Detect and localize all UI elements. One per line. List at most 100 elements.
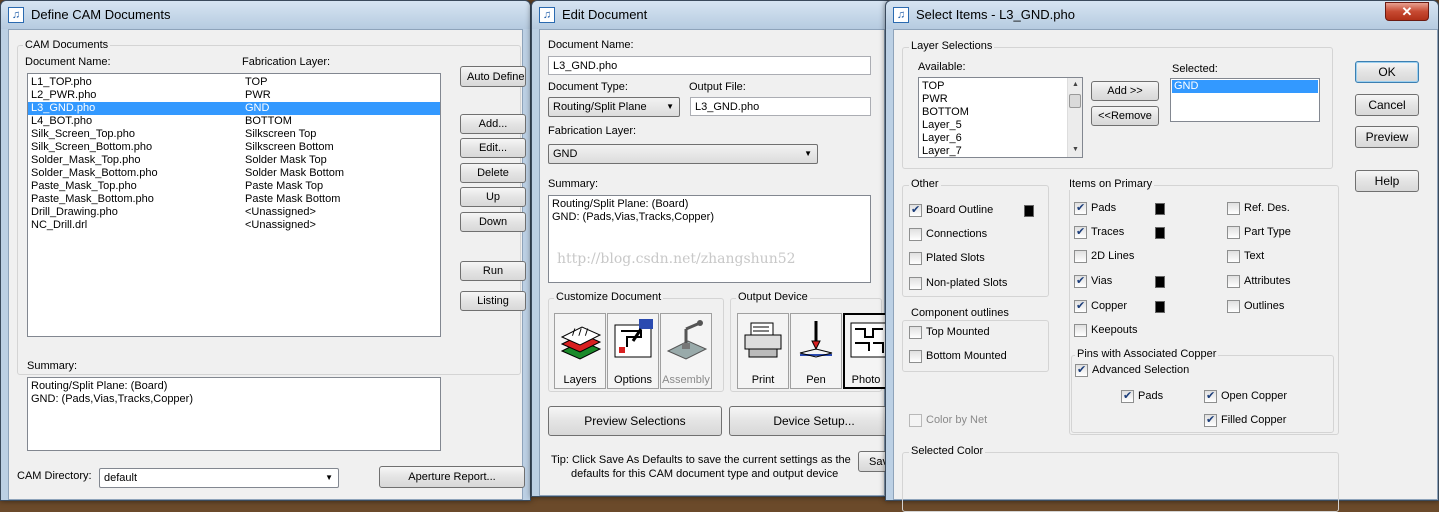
pads-checkbox[interactable]: Pads (1074, 202, 1214, 216)
output-print-button[interactable]: Print (737, 313, 789, 389)
cam-document-row[interactable]: L2_PWR.pho PWR (28, 89, 440, 102)
edit-document-titlebar[interactable]: ♫ Edit Document (532, 1, 892, 29)
close-button[interactable]: ✕ (1385, 2, 1429, 21)
edit-button[interactable]: Edit... (460, 138, 526, 158)
selected-color-label: Selected Color (909, 445, 986, 457)
vias-label: Vias (1091, 275, 1113, 287)
cam-documents-list[interactable]: L1_TOP.pho TOP L2_PWR.pho PWR L3_GND.pho GND L… (27, 73, 441, 337)
attributes-checkbox[interactable]: Attributes (1227, 275, 1367, 289)
customize-layers-button[interactable]: / / / Layers (554, 313, 606, 389)
advanced-selection-label: Advanced Selection (1092, 364, 1190, 376)
device-setup-button[interactable]: Device Setup... (729, 406, 899, 436)
fabrication-layer-cell: Silkscreen Top (245, 128, 317, 140)
color-swatch[interactable] (1155, 227, 1165, 239)
cam-document-row[interactable]: L4_BOT.pho BOTTOM (28, 115, 440, 128)
output-photo-button[interactable]: Photo (843, 313, 890, 389)
preview-selections-button[interactable]: Preview Selections (548, 406, 722, 436)
preview-button[interactable]: Preview (1355, 126, 1419, 148)
add-button[interactable]: Add... (460, 114, 526, 134)
traces-checkbox[interactable]: Traces (1074, 226, 1214, 240)
run-button[interactable]: Run (460, 261, 526, 281)
output-pen-button[interactable]: Pen (790, 313, 842, 389)
remove-layer-button[interactable]: <<Remove (1091, 106, 1159, 126)
auto-define-button[interactable]: Auto Define (460, 66, 526, 87)
available-layer-item[interactable]: Layer_6 (922, 132, 1079, 145)
define-cam-titlebar[interactable]: ♫ Define CAM Documents (1, 1, 530, 29)
cam-document-row[interactable]: L1_TOP.pho TOP (28, 76, 440, 89)
connections-checkbox[interactable]: Connections (909, 228, 1049, 242)
cam-document-row[interactable]: Silk_Screen_Bottom.pho Silkscreen Bottom (28, 141, 440, 154)
non-plated-slots-checkbox[interactable]: Non-plated Slots (909, 277, 1049, 291)
copper-checkbox[interactable]: Copper (1074, 300, 1214, 314)
color-swatch[interactable] (1155, 276, 1165, 288)
plated-slots-checkbox[interactable]: Plated Slots (909, 252, 1049, 266)
help-button[interactable]: Help (1355, 170, 1419, 192)
customize-options-button[interactable]: Options (607, 313, 659, 389)
summary-box: Routing/Split Plane: (Board) GND: (Pads,V… (27, 377, 441, 451)
available-layer-item[interactable]: TOP (922, 80, 1079, 93)
text-checkbox[interactable]: Text (1227, 250, 1367, 264)
selected-list[interactable]: GND (1170, 78, 1320, 122)
cam-document-row[interactable]: Paste_Mask_Bottom.pho Paste Mask Bottom (28, 193, 440, 206)
up-button[interactable]: Up (460, 187, 526, 207)
document-name-field[interactable]: L3_GND.pho (548, 56, 871, 75)
aperture-report-button[interactable]: Aperture Report... (379, 466, 525, 488)
listing-button[interactable]: Listing (460, 291, 526, 311)
copper-label: Copper (1091, 300, 1128, 312)
color-swatch[interactable] (1155, 203, 1165, 215)
scroll-up-icon[interactable]: ▲ (1068, 78, 1082, 92)
document-type-select[interactable]: Routing/Split Plane ▼ (548, 97, 680, 117)
vias-checkbox[interactable]: Vias (1074, 275, 1214, 289)
items-on-primary-label: Items on Primary (1067, 178, 1155, 190)
cam-document-row[interactable]: Solder_Mask_Bottom.pho Solder Mask Bottom (28, 167, 440, 180)
checkbox-box (1074, 275, 1087, 288)
color-swatch[interactable] (1024, 205, 1034, 217)
summary-label: Summary: (548, 178, 599, 190)
scroll-down-icon[interactable]: ▼ (1068, 143, 1082, 157)
2d-lines-label: 2D Lines (1091, 250, 1135, 262)
color-by-net-label: Color by Net (926, 414, 988, 426)
keepouts-checkbox[interactable]: Keepouts (1074, 324, 1214, 338)
available-list[interactable]: TOP PWR BOTTOM Layer_5 Layer_6 Layer_7 ▲ ▼ (918, 77, 1083, 158)
available-layer-item[interactable]: PWR (922, 93, 1079, 106)
cam-document-row[interactable]: Silk_Screen_Top.pho Silkscreen Top (28, 128, 440, 141)
available-layer-item[interactable]: Layer_5 (922, 119, 1079, 132)
advanced-selection-checkbox[interactable]: Advanced Selection (1075, 364, 1205, 378)
available-scrollbar[interactable]: ▲ ▼ (1067, 78, 1082, 157)
cam-document-row[interactable]: Drill_Drawing.pho <Unassigned> (28, 206, 440, 219)
ok-button[interactable]: OK (1355, 61, 1419, 83)
output-file-field[interactable]: L3_GND.pho (690, 97, 871, 116)
filled-copper-checkbox[interactable]: Filled Copper (1204, 414, 1304, 428)
scroll-thumb[interactable] (1069, 94, 1081, 108)
document-name-cell: Solder_Mask_Bottom.pho (31, 167, 158, 179)
outlines-checkbox[interactable]: Outlines (1227, 300, 1367, 314)
fabrication-layer-cell: <Unassigned> (245, 219, 316, 231)
cancel-button[interactable]: Cancel (1355, 94, 1419, 116)
part-type-checkbox[interactable]: Part Type (1227, 226, 1367, 240)
pins-pads-checkbox[interactable]: Pads (1121, 390, 1181, 404)
color-swatch[interactable] (1155, 301, 1165, 313)
down-button[interactable]: Down (460, 212, 526, 232)
fabrication-layer-cell: GND (245, 102, 270, 114)
document-name-cell: Paste_Mask_Top.pho (31, 180, 137, 192)
selected-layer-item[interactable]: GND (1172, 80, 1318, 93)
cam-document-row[interactable]: Paste_Mask_Top.pho Paste Mask Top (28, 180, 440, 193)
cam-document-row[interactable]: L3_GND.pho GND (28, 102, 440, 115)
available-layer-item[interactable]: Layer_7 (922, 145, 1079, 157)
cam-directory-select[interactable]: default ▼ (99, 468, 339, 488)
selected-label: Selected: (1172, 63, 1218, 75)
add-layer-button[interactable]: Add >> (1091, 81, 1159, 101)
cam-document-row[interactable]: NC_Drill.drl <Unassigned> (28, 219, 440, 232)
edit-document-window: ♫ Edit Document Document Name: L3_GND.ph… (531, 0, 908, 497)
select-items-titlebar[interactable]: ♫ Select Items - L3_GND.pho ✕ (886, 1, 1438, 29)
ref-des-checkbox[interactable]: Ref. Des. (1227, 202, 1367, 216)
available-layer-item[interactable]: BOTTOM (922, 106, 1079, 119)
delete-button[interactable]: Delete (460, 163, 526, 183)
bottom-mounted-checkbox[interactable]: Bottom Mounted (909, 350, 1049, 364)
close-icon: ✕ (1401, 4, 1413, 19)
fabrication-layer-select[interactable]: GND ▼ (548, 144, 818, 164)
cam-document-row[interactable]: Solder_Mask_Top.pho Solder Mask Top (28, 154, 440, 167)
2d-lines-checkbox[interactable]: 2D Lines (1074, 250, 1214, 264)
open-copper-checkbox[interactable]: Open Copper (1204, 390, 1304, 404)
top-mounted-checkbox[interactable]: Top Mounted (909, 326, 1049, 340)
